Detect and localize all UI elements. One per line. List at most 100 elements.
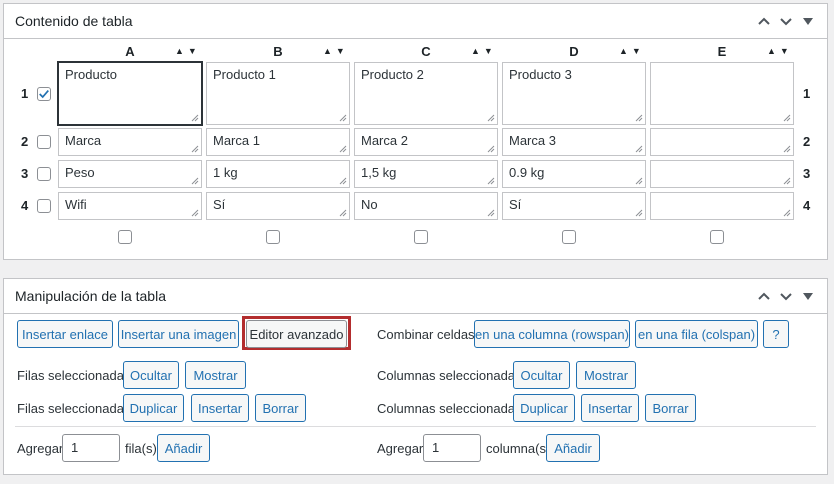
move-down-icon[interactable] — [775, 285, 797, 307]
colspan-button[interactable]: en una fila (colspan) — [635, 320, 758, 348]
resize-grip-icon[interactable] — [487, 145, 495, 153]
table-cell[interactable]: Sí — [502, 192, 646, 220]
resize-grip-icon[interactable] — [339, 177, 347, 185]
table-cell[interactable]: Producto 2 — [354, 62, 498, 125]
table-cell[interactable]: Marca — [58, 128, 202, 156]
table-cell[interactable]: Marca 1 — [206, 128, 350, 156]
table-cell[interactable]: Sí — [206, 192, 350, 220]
divider — [15, 426, 816, 427]
table-cell[interactable] — [650, 62, 794, 125]
panel-header: Contenido de tabla — [4, 4, 827, 39]
collapse-icon[interactable] — [797, 285, 819, 307]
table-cell[interactable]: Marca 2 — [354, 128, 498, 156]
cell-text: Sí — [213, 197, 226, 212]
resize-grip-icon[interactable] — [339, 145, 347, 153]
selected-columns-label: Columnas seleccionadas: — [377, 401, 526, 416]
delete-columns-button[interactable]: Borrar — [645, 394, 696, 422]
table-cell[interactable] — [650, 160, 794, 188]
resize-grip-icon[interactable] — [339, 209, 347, 217]
add-rows-button[interactable]: Añadir — [157, 434, 210, 462]
collapse-icon[interactable] — [797, 10, 819, 32]
cell-text: No — [361, 197, 378, 212]
sort-arrows-icon[interactable]: ▲▼ — [175, 46, 201, 56]
column-header-e: E — [717, 44, 727, 59]
hide-columns-button[interactable]: Ocultar — [513, 361, 570, 389]
table-cell[interactable] — [650, 192, 794, 220]
move-up-icon[interactable] — [753, 10, 775, 32]
resize-grip-icon[interactable] — [635, 209, 643, 217]
resize-grip-icon[interactable] — [487, 209, 495, 217]
resize-grip-icon[interactable] — [783, 177, 791, 185]
table-cell[interactable]: Marca 3 — [502, 128, 646, 156]
column-select-checkbox[interactable] — [118, 230, 132, 244]
column-select-checkbox[interactable] — [562, 230, 576, 244]
table-cell[interactable]: 1,5 kg — [354, 160, 498, 188]
rows-count-input[interactable]: 1 — [62, 434, 120, 462]
checkmark-icon — [39, 89, 49, 98]
row-select-checkbox[interactable] — [37, 199, 51, 213]
move-down-icon[interactable] — [775, 10, 797, 32]
table-cell[interactable]: 0.9 kg — [502, 160, 646, 188]
cell-text: Marca 2 — [361, 133, 408, 148]
cell-text: 1 kg — [213, 165, 238, 180]
resize-grip-icon[interactable] — [191, 177, 199, 185]
panel-controls — [753, 10, 819, 32]
table-cell[interactable]: Producto 3 — [502, 62, 646, 125]
resize-grip-icon[interactable] — [783, 145, 791, 153]
resize-grip-icon[interactable] — [783, 209, 791, 217]
table-cell[interactable]: Wifi — [58, 192, 202, 220]
table-cell[interactable]: Producto — [58, 62, 202, 125]
panel-title: Manipulación de la tabla — [15, 288, 166, 304]
column-select-checkbox[interactable] — [710, 230, 724, 244]
duplicate-columns-button[interactable]: Duplicar — [513, 394, 575, 422]
resize-grip-icon[interactable] — [191, 145, 199, 153]
sort-arrows-icon[interactable]: ▲▼ — [767, 46, 793, 56]
hide-rows-button[interactable]: Ocultar — [123, 361, 179, 389]
row-select-checkbox[interactable] — [37, 167, 51, 181]
resize-grip-icon[interactable] — [487, 177, 495, 185]
insert-link-button[interactable]: Insertar enlace — [17, 320, 113, 348]
resize-grip-icon[interactable] — [635, 114, 643, 122]
show-columns-button[interactable]: Mostrar — [576, 361, 636, 389]
resize-grip-icon[interactable] — [635, 177, 643, 185]
move-up-icon[interactable] — [753, 285, 775, 307]
resize-grip-icon[interactable] — [783, 114, 791, 122]
column-header-d: D — [569, 44, 579, 59]
advanced-editor-button[interactable]: Editor avanzado — [246, 320, 347, 348]
insert-image-button[interactable]: Insertar una imagen — [118, 320, 239, 348]
help-button[interactable]: ? — [763, 320, 789, 348]
sort-arrows-icon[interactable]: ▲▼ — [323, 46, 349, 56]
resize-grip-icon[interactable] — [339, 114, 347, 122]
cell-text: 1,5 kg — [361, 165, 397, 180]
show-rows-button[interactable]: Mostrar — [185, 361, 246, 389]
sort-arrows-icon[interactable]: ▲▼ — [619, 46, 645, 56]
resize-grip-icon[interactable] — [191, 209, 199, 217]
cell-text: Producto 2 — [361, 67, 424, 82]
add-columns-button[interactable]: Añadir — [546, 434, 600, 462]
resize-grip-icon[interactable] — [487, 114, 495, 122]
cell-text: Producto 1 — [213, 67, 276, 82]
column-header-a: A — [125, 44, 135, 59]
table-cell[interactable] — [650, 128, 794, 156]
rowspan-button[interactable]: en una columna (rowspan) — [474, 320, 630, 348]
cell-text: Marca — [65, 133, 102, 148]
row-number: 4 — [803, 198, 811, 213]
row-select-checkbox[interactable] — [37, 135, 51, 149]
resize-grip-icon[interactable] — [191, 114, 199, 122]
columns-count-input[interactable]: 1 — [423, 434, 481, 462]
resize-grip-icon[interactable] — [635, 145, 643, 153]
cell-text: Producto — [65, 67, 118, 82]
duplicate-rows-button[interactable]: Duplicar — [123, 394, 184, 422]
column-select-checkbox[interactable] — [414, 230, 428, 244]
delete-rows-button[interactable]: Borrar — [255, 394, 306, 422]
insert-columns-button[interactable]: Insertar — [581, 394, 639, 422]
table-cell[interactable]: No — [354, 192, 498, 220]
insert-rows-button[interactable]: Insertar — [191, 394, 249, 422]
row-select-checkbox[interactable] — [37, 86, 51, 101]
column-select-checkbox[interactable] — [266, 230, 280, 244]
table-cell[interactable]: Peso — [58, 160, 202, 188]
sort-arrows-icon[interactable]: ▲▼ — [471, 46, 497, 56]
table-cell[interactable]: Producto 1 — [206, 62, 350, 125]
row-number: 2 — [803, 134, 811, 149]
table-cell[interactable]: 1 kg — [206, 160, 350, 188]
